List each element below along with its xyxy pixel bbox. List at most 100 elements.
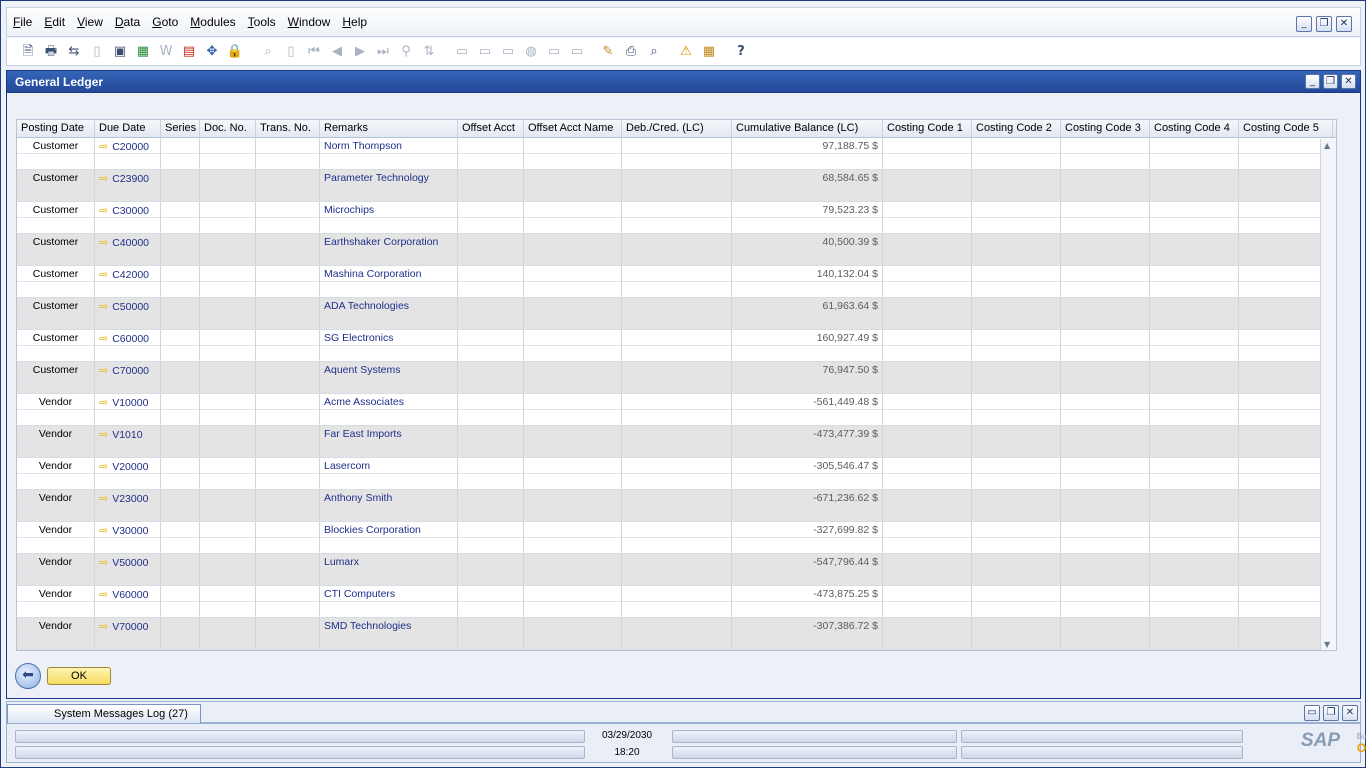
table-cell[interactable]: 160,927.49 $ xyxy=(732,330,883,362)
table-row[interactable]: Vendor ⇨ V1010 Far East Imports -473,477.39 … xyxy=(17,426,1336,458)
table-cell[interactable]: Vendor xyxy=(17,522,95,554)
table-cell[interactable]: Earthshaker Corporation xyxy=(320,234,458,266)
table-cell[interactable] xyxy=(1061,618,1150,650)
table-cell[interactable]: ADA Technologies xyxy=(320,298,458,330)
table-cell[interactable] xyxy=(200,522,256,554)
table-cell[interactable]: Customer xyxy=(17,298,95,330)
table-cell[interactable]: ⇨ C30000 xyxy=(95,202,161,234)
table-cell[interactable] xyxy=(972,458,1061,490)
column-header[interactable]: Costing Code 4 xyxy=(1150,120,1239,137)
table-cell[interactable]: Vendor xyxy=(17,618,95,650)
table-cell[interactable] xyxy=(622,234,732,266)
system-messages-tab[interactable]: System Messages Log (27) xyxy=(7,704,201,723)
table-row[interactable]: Vendor ⇨ V60000 CTI Computers -473,875.25 $ xyxy=(17,586,1336,618)
table-cell[interactable] xyxy=(161,202,200,234)
table-cell[interactable]: ⇨ V30000 xyxy=(95,522,161,554)
app-restore-icon[interactable]: ❐ xyxy=(1316,16,1332,32)
table-cell[interactable]: -561,449.48 $ xyxy=(732,394,883,426)
table-cell[interactable] xyxy=(1061,458,1150,490)
table-cell[interactable] xyxy=(883,330,972,362)
table-cell[interactable] xyxy=(161,394,200,426)
table-cell[interactable] xyxy=(1061,202,1150,234)
sort-icon[interactable]: ⇅ xyxy=(420,43,438,61)
table-cell[interactable] xyxy=(622,298,732,330)
app-minimize-icon[interactable]: _ xyxy=(1296,16,1312,32)
table-cell[interactable] xyxy=(524,138,622,170)
table-row[interactable]: Customer ⇨ C42000 Mashina Corporation 140,13… xyxy=(17,266,1336,298)
table-cell[interactable] xyxy=(524,234,622,266)
table-cell[interactable]: ⇨ C50000 xyxy=(95,298,161,330)
table-cell[interactable] xyxy=(883,586,972,618)
table-cell[interactable] xyxy=(1239,426,1333,458)
table-cell[interactable] xyxy=(161,458,200,490)
table-cell[interactable] xyxy=(1150,586,1239,618)
table-cell[interactable] xyxy=(200,202,256,234)
table-cell[interactable] xyxy=(972,234,1061,266)
table-cell[interactable] xyxy=(622,202,732,234)
table-cell[interactable] xyxy=(622,394,732,426)
table-cell[interactable] xyxy=(200,266,256,298)
table-cell[interactable]: Aquent Systems xyxy=(320,362,458,394)
column-header[interactable]: Offset Acct xyxy=(458,120,524,137)
table-row[interactable]: Customer ⇨ C60000 SG Electronics 160,927.49 … xyxy=(17,330,1336,362)
link-arrow-icon[interactable]: ⇨ xyxy=(99,525,108,537)
add-icon[interactable]: ▯ xyxy=(282,43,300,61)
table-cell[interactable] xyxy=(1239,394,1333,426)
table-cell[interactable]: Vendor xyxy=(17,554,95,586)
table-cell[interactable] xyxy=(883,362,972,394)
link-arrow-icon[interactable]: ⇨ xyxy=(99,205,108,217)
form-close-icon[interactable]: ✕ xyxy=(1341,74,1356,89)
table-cell[interactable] xyxy=(1061,266,1150,298)
table-cell[interactable] xyxy=(256,618,320,650)
table-cell[interactable] xyxy=(200,170,256,202)
table-cell[interactable]: 79,523.23 $ xyxy=(732,202,883,234)
table-cell[interactable] xyxy=(972,426,1061,458)
table-cell[interactable] xyxy=(200,618,256,650)
form-minimize-icon[interactable]: _ xyxy=(1305,74,1320,89)
table-cell[interactable]: Mashina Corporation xyxy=(320,266,458,298)
table-cell[interactable] xyxy=(1239,202,1333,234)
table-cell[interactable] xyxy=(622,266,732,298)
table-cell[interactable] xyxy=(458,330,524,362)
table-cell[interactable]: ⇨ C60000 xyxy=(95,330,161,362)
table-cell[interactable]: 140,132.04 $ xyxy=(732,266,883,298)
table-cell[interactable] xyxy=(524,618,622,650)
back-arrow-icon[interactable]: ⬅ xyxy=(15,663,41,689)
table-cell[interactable]: 76,947.50 $ xyxy=(732,362,883,394)
link-arrow-icon[interactable]: ⇨ xyxy=(99,461,108,473)
table-row[interactable]: Customer ⇨ C50000 ADA Technologies 61,963.64… xyxy=(17,298,1336,330)
table-cell[interactable]: Lasercom xyxy=(320,458,458,490)
table-cell[interactable] xyxy=(1150,138,1239,170)
payment-means-icon[interactable]: ◍ xyxy=(522,43,540,61)
table-cell[interactable]: Vendor xyxy=(17,586,95,618)
table-cell[interactable] xyxy=(524,298,622,330)
table-cell[interactable] xyxy=(1239,522,1333,554)
link-arrow-icon[interactable]: ⇨ xyxy=(99,429,108,441)
table-cell[interactable] xyxy=(200,362,256,394)
table-cell[interactable] xyxy=(458,586,524,618)
link-arrow-icon[interactable]: ⇨ xyxy=(99,397,108,409)
table-cell[interactable] xyxy=(1150,362,1239,394)
menu-help[interactable]: Help xyxy=(336,15,373,29)
table-cell[interactable] xyxy=(1061,490,1150,522)
table-cell[interactable] xyxy=(256,202,320,234)
table-cell[interactable] xyxy=(1239,586,1333,618)
menu-goto[interactable]: Goto xyxy=(146,15,184,29)
menu-edit[interactable]: Edit xyxy=(38,15,71,29)
scroll-up-icon[interactable]: ▲ xyxy=(1324,141,1330,150)
table-cell[interactable] xyxy=(458,522,524,554)
table-cell[interactable] xyxy=(1150,266,1239,298)
table-cell[interactable]: CTI Computers xyxy=(320,586,458,618)
table-cell[interactable] xyxy=(1061,554,1150,586)
refresh-icon[interactable]: ⇆ xyxy=(65,43,83,61)
table-cell[interactable]: Customer xyxy=(17,330,95,362)
table-cell[interactable] xyxy=(622,330,732,362)
table-cell[interactable] xyxy=(161,586,200,618)
table-cell[interactable] xyxy=(200,458,256,490)
calendar-icon[interactable]: ▦ xyxy=(700,43,718,61)
table-cell[interactable] xyxy=(972,298,1061,330)
link-arrow-icon[interactable]: ⇨ xyxy=(99,333,108,345)
table-cell[interactable]: Norm Thompson xyxy=(320,138,458,170)
app-close-icon[interactable]: ✕ xyxy=(1336,16,1352,32)
table-cell[interactable] xyxy=(524,330,622,362)
